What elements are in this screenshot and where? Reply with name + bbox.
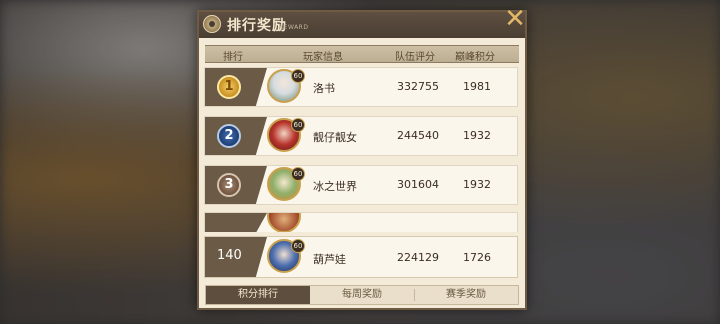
- rank-tab: 140: [205, 237, 267, 277]
- level-badge: 60: [291, 167, 305, 181]
- tab-weekly-rewards[interactable]: 每周奖励: [310, 286, 414, 304]
- my-rank-number: 140: [217, 248, 242, 263]
- gold-medal-icon: 1: [217, 75, 241, 99]
- my-rank-row[interactable]: 140 60 葫芦娃 224129 1726: [204, 236, 518, 278]
- panel-title: 排行奖励: [227, 18, 287, 34]
- player-name: 洛书: [313, 82, 335, 95]
- rank-tab: 3: [205, 166, 267, 204]
- rank-tab: 2: [205, 117, 267, 155]
- ranking-row[interactable]: 2 60 靓仔靓女 244540 1932: [204, 116, 518, 156]
- team-score: 332755: [397, 80, 439, 93]
- player-name: 靓仔靓女: [313, 131, 357, 144]
- close-x-icon[interactable]: ✕: [503, 6, 527, 32]
- column-player-info: 玩家信息: [303, 52, 343, 63]
- ranking-reward-panel: 排行奖励 REWARD 排行 玩家信息 队伍评分 巅峰积分 1 60 洛书 33…: [197, 10, 527, 310]
- bronze-medal-icon: 3: [217, 173, 241, 197]
- ranking-row[interactable]: 3 60 冰之世界 301604 1932: [204, 165, 518, 205]
- player-name: 葫芦娃: [313, 253, 346, 266]
- emblem-icon: [203, 15, 221, 33]
- column-header: 排行 玩家信息 队伍评分 巅峰积分: [205, 45, 519, 63]
- peak-points: 1981: [463, 80, 491, 93]
- tab-bar: 积分排行 每周奖励 赛季奖励: [205, 285, 519, 305]
- column-peak-points: 巅峰积分: [455, 52, 495, 63]
- level-badge: 60: [291, 118, 305, 132]
- rank-tab: 1: [205, 68, 267, 106]
- team-score: 244540: [397, 129, 439, 142]
- team-score: 224129: [397, 251, 439, 264]
- peak-points: 1726: [463, 251, 491, 264]
- silver-medal-icon: 2: [217, 124, 241, 148]
- column-rank: 排行: [223, 52, 243, 63]
- player-avatar: [267, 213, 301, 232]
- tab-points-ranking[interactable]: 积分排行: [206, 286, 310, 304]
- ranking-row[interactable]: 1 60 洛书 332755 1981: [204, 67, 518, 107]
- tab-season-rewards[interactable]: 赛季奖励: [414, 286, 518, 304]
- peak-points: 1932: [463, 178, 491, 191]
- level-badge: 60: [291, 69, 305, 83]
- ranking-row-partial[interactable]: [204, 212, 518, 232]
- panel-header: 排行奖励 REWARD: [199, 12, 525, 38]
- panel-subtitle: REWARD: [279, 24, 309, 31]
- column-team-score: 队伍评分: [395, 52, 435, 63]
- player-name: 冰之世界: [313, 180, 357, 193]
- level-badge: 60: [291, 239, 305, 253]
- peak-points: 1932: [463, 129, 491, 142]
- team-score: 301604: [397, 178, 439, 191]
- rank-tab: [205, 213, 267, 232]
